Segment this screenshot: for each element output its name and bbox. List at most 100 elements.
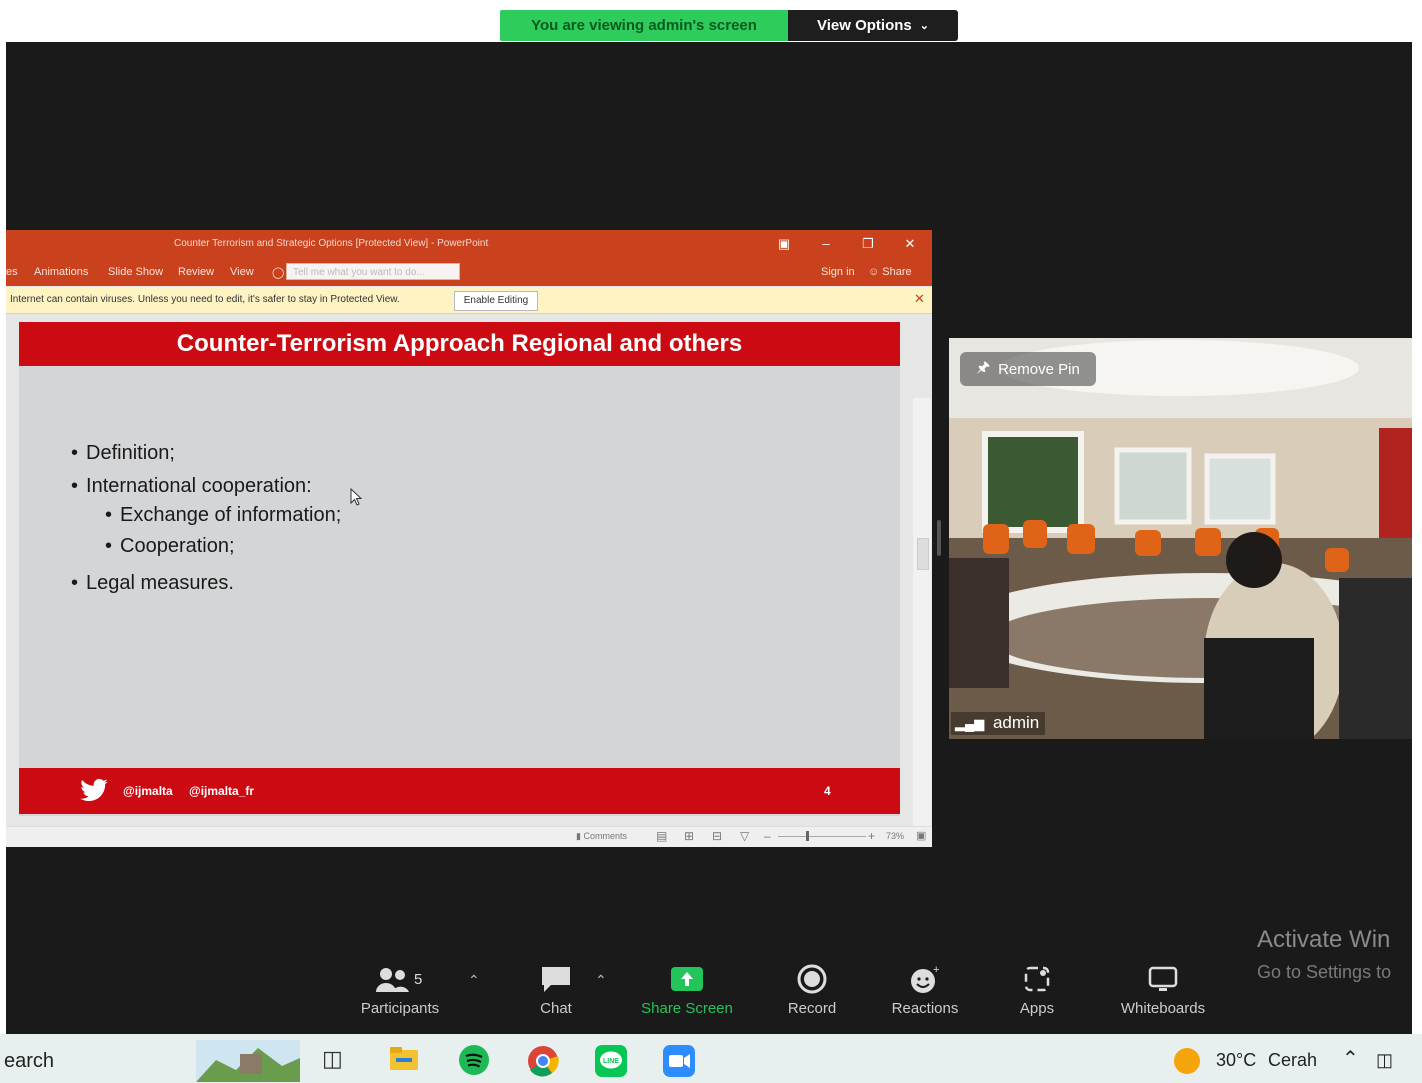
participants-caret-icon[interactable]: ⌃	[468, 972, 480, 989]
participant-name: admin	[992, 713, 1040, 732]
twitter-bird-icon	[80, 778, 108, 802]
svg-text:LINE: LINE	[603, 1058, 619, 1065]
apps-label: Apps	[1019, 1000, 1055, 1017]
slide-editor-area: Counter-Terrorism Approach Regional and …	[6, 314, 932, 847]
pin-icon: 🖈	[976, 358, 991, 376]
ppt-ribbon-tabs: es Animations Slide Show Review View ◯ S…	[6, 258, 932, 286]
line-app-icon[interactable]: LINE	[594, 1044, 628, 1083]
view-options-label: View Options	[817, 17, 912, 34]
split-handle[interactable]	[937, 520, 941, 556]
tab-slides[interactable]: es	[6, 266, 18, 278]
chat-label: Chat	[540, 1000, 572, 1017]
viewing-screen-text: You are viewing admin's screen	[531, 17, 757, 34]
task-view-icon[interactable]: ◫	[322, 1046, 343, 1072]
chevron-down-icon: ⌄	[919, 20, 929, 32]
search-highlight-image	[196, 1040, 300, 1082]
slide-title: Counter-Terrorism Approach Regional and …	[19, 322, 900, 366]
minimize-icon[interactable]: –	[816, 234, 836, 254]
apps-button[interactable]: Apps	[1002, 964, 1072, 1017]
share-screen-button[interactable]: Share Screen	[632, 964, 742, 1017]
shared-powerpoint-window: Counter Terrorism and Strategic Options …	[6, 230, 932, 847]
chat-caret-icon[interactable]: ⌃	[595, 972, 607, 989]
temperature: 30°C	[1216, 1050, 1257, 1070]
tab-animations[interactable]: Animations	[34, 266, 88, 278]
share-screen-label: Share Screen	[641, 1000, 733, 1017]
bullet-list: Definition; International cooperation: E…	[71, 442, 341, 605]
record-button[interactable]: Record	[772, 964, 852, 1017]
participants-label: Participants	[360, 1000, 440, 1017]
whiteboard-icon	[1148, 966, 1178, 991]
list-item: Cooperation;	[105, 535, 341, 558]
sign-in-link[interactable]: Sign in	[821, 266, 855, 278]
fit-slide-icon[interactable]: ▣	[916, 829, 926, 842]
ppt-title-bar: Counter Terrorism and Strategic Options …	[6, 230, 932, 258]
slide: Counter-Terrorism Approach Regional and …	[19, 322, 900, 816]
spotify-icon[interactable]	[458, 1044, 490, 1081]
vertical-scrollbar[interactable]	[913, 398, 931, 847]
protected-view-message: Internet can contain viruses. Unless you…	[10, 294, 400, 305]
view-options-button[interactable]: View Options ⌄	[788, 10, 958, 41]
restore-icon[interactable]: ❐	[858, 234, 878, 254]
chat-button[interactable]: Chat	[520, 964, 592, 1017]
person-icon: ☺	[868, 266, 880, 278]
reactions-button[interactable]: + Reactions	[880, 964, 970, 1017]
whiteboards-label: Whiteboards	[1120, 1000, 1206, 1017]
zoom-slider-thumb[interactable]	[806, 831, 809, 841]
share-button[interactable]: ☺ Share	[868, 266, 912, 278]
scroll-thumb[interactable]	[917, 538, 929, 570]
tell-me-input[interactable]: Tell me what you want to do...	[286, 263, 460, 280]
file-explorer-icon[interactable]	[388, 1044, 420, 1072]
participants-count: 5	[414, 971, 422, 988]
ribbon-display-icon[interactable]: ▣	[774, 234, 794, 254]
svg-text:+: +	[933, 964, 939, 976]
chat-icon	[542, 967, 570, 992]
list-item: Definition;	[71, 442, 341, 465]
ppt-status-bar: ▮ Comments ▤ ⊞ ⊟ ▽ – + 73% ▣	[6, 826, 932, 847]
chrome-icon[interactable]	[526, 1044, 560, 1083]
normal-view-icon[interactable]: ▤	[656, 829, 667, 843]
taskbar-search[interactable]: earch	[4, 1050, 54, 1073]
twitter-handle: @ijmalta	[123, 784, 173, 798]
zoom-in-icon[interactable]: +	[868, 829, 875, 843]
reading-view-icon[interactable]: ⊟	[712, 829, 722, 843]
protected-view-bar: Internet can contain viruses. Unless you…	[6, 287, 932, 314]
record-label: Record	[787, 1000, 837, 1017]
video-tile[interactable]	[949, 338, 1412, 739]
reactions-icon: +	[911, 964, 939, 993]
close-icon[interactable]: ✕	[900, 234, 920, 254]
record-icon	[797, 964, 827, 994]
list-item: Legal measures.	[71, 572, 341, 595]
slideshow-icon[interactable]: ▽	[740, 829, 749, 843]
slide-sorter-icon[interactable]: ⊞	[684, 829, 694, 843]
zoom-app-icon[interactable]	[662, 1044, 696, 1083]
share-label: Share	[882, 266, 912, 278]
close-icon[interactable]: ✕	[914, 291, 925, 307]
weather-condition: Cerah	[1268, 1050, 1318, 1070]
tab-slide-show[interactable]: Slide Show	[108, 266, 163, 278]
signal-strength-icon: ▂▄▆	[955, 716, 985, 731]
slide-title-text: Counter-Terrorism Approach Regional and …	[176, 330, 743, 357]
remove-pin-button[interactable]: 🖈 Remove Pin	[960, 352, 1096, 386]
twitter-handle-fr: @ijmalta_fr	[189, 784, 255, 798]
slide-number: 4	[824, 784, 831, 798]
list-item: International cooperation:	[71, 475, 341, 498]
zoom-slider[interactable]	[778, 836, 866, 837]
whiteboards-button[interactable]: Whiteboards	[1110, 964, 1216, 1017]
meeting-room-video	[949, 338, 1412, 739]
tab-view[interactable]: View	[230, 266, 254, 278]
zoom-level[interactable]: 73%	[886, 831, 904, 841]
share-screen-icon	[671, 967, 703, 991]
activate-windows-title: Activate Win	[1257, 926, 1391, 953]
enable-editing-button[interactable]: Enable Editing	[454, 291, 538, 311]
participants-button[interactable]: 5 Participants	[352, 964, 448, 1017]
comments-button[interactable]: ▮ Comments	[576, 831, 627, 842]
tab-review[interactable]: Review	[178, 266, 214, 278]
ppt-window-title: Counter Terrorism and Strategic Options …	[174, 238, 489, 249]
reactions-label: Reactions	[891, 1000, 959, 1017]
tray-device-icon[interactable]: ◫	[1376, 1050, 1393, 1071]
weather-sun-icon	[1174, 1048, 1200, 1074]
participants-icon: 5	[376, 968, 422, 992]
participant-name-tag: ▂▄▆ admin	[951, 712, 1046, 735]
tray-chevron-up-icon[interactable]: ⌃	[1342, 1046, 1359, 1071]
zoom-out-icon[interactable]: –	[764, 829, 771, 843]
